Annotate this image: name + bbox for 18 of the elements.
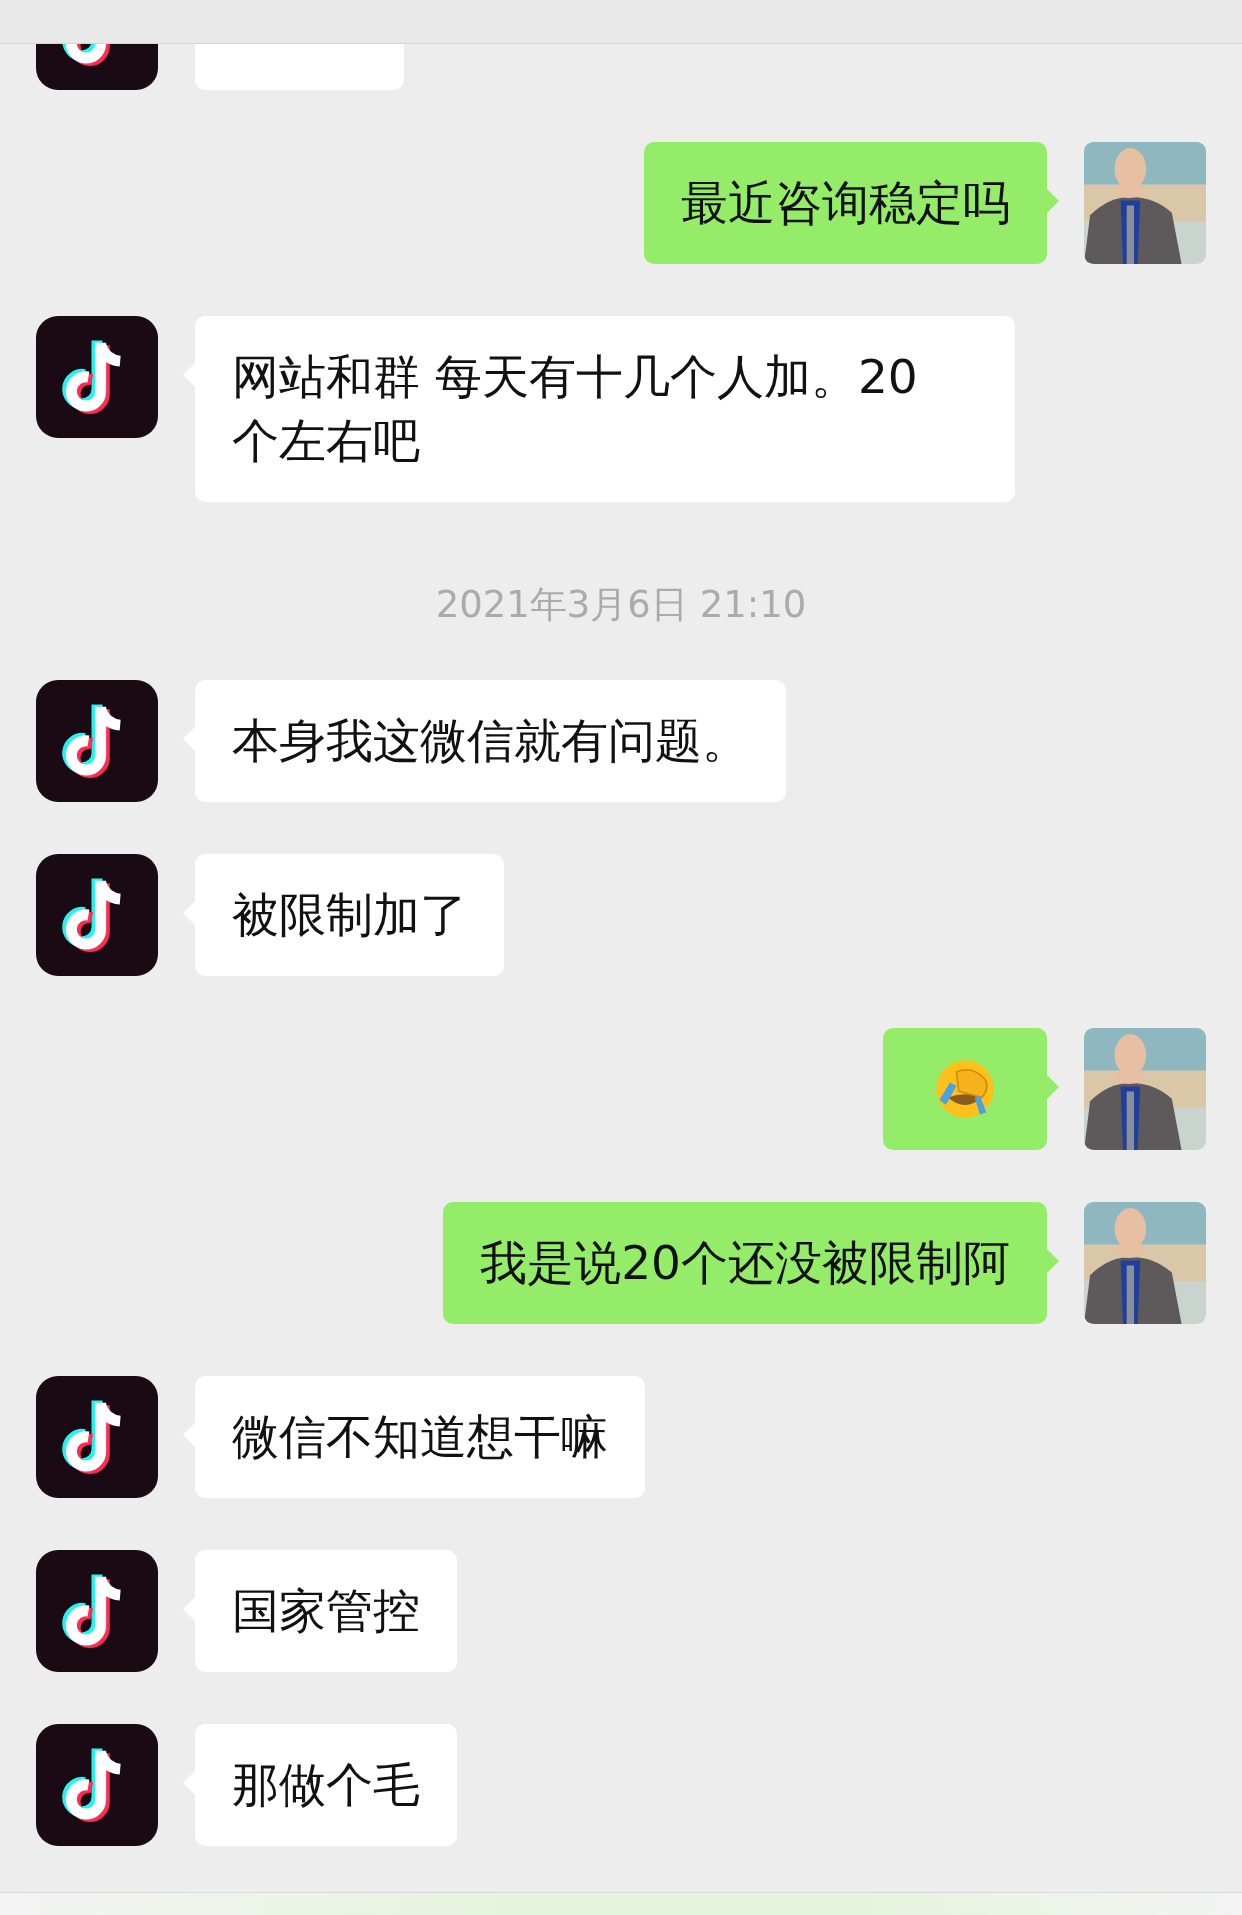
- bubble-tail: [1047, 1249, 1059, 1273]
- message-bubble: 最近咨询稳定吗: [644, 142, 1047, 264]
- app-logo-avatar[interactable]: [36, 854, 158, 976]
- message-bubble: 被限制加了: [195, 854, 504, 976]
- message-bubble: 国家管控: [195, 1550, 457, 1672]
- message-bubble: 微信不知道想干嘛: [195, 1376, 645, 1498]
- app-logo-avatar[interactable]: [36, 316, 158, 438]
- app-logo-avatar[interactable]: [36, 1376, 158, 1498]
- message-bubble: 本身我这微信就有问题。: [195, 680, 786, 802]
- facepalm-emoji-icon: [933, 1057, 997, 1121]
- app-logo-avatar[interactable]: [36, 680, 158, 802]
- app-logo-avatar[interactable]: [36, 1550, 158, 1672]
- bubble-tail: [1047, 189, 1059, 213]
- message-bubble: 那做个毛: [195, 1724, 457, 1846]
- timestamp: 2021年3月6日 21:10: [435, 582, 807, 628]
- message-bubble: 我是说20个还没被限制阿: [443, 1202, 1047, 1324]
- app-logo-avatar[interactable]: [36, 1724, 158, 1846]
- message-bubble: 网站和群 每天有十几个人加。20 个左右吧: [195, 316, 1015, 502]
